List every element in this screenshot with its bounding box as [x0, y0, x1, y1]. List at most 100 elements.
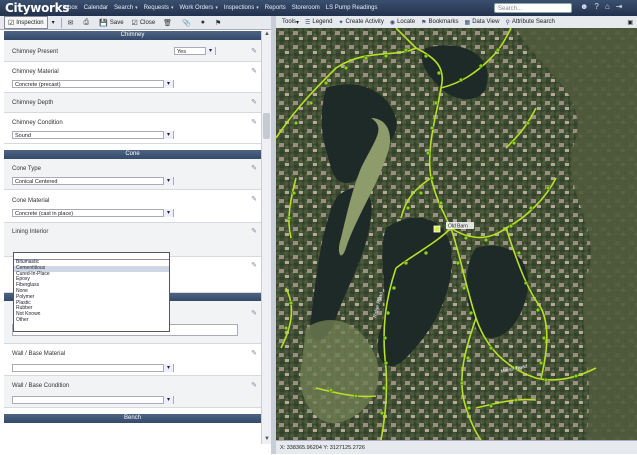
attribute-search-button[interactable]: ⚲ Attribute Search [505, 19, 554, 26]
manhole-node[interactable] [403, 260, 409, 266]
manhole-node[interactable] [328, 387, 334, 393]
pencil-icon[interactable]: ✎ [251, 67, 257, 75]
manhole-node[interactable] [483, 237, 489, 243]
legend-button[interactable]: ☰ Legend [305, 19, 332, 26]
manhole-node[interactable] [383, 360, 389, 366]
inspection-dropdown-button[interactable]: ▾ [48, 16, 59, 29]
chevron-down-icon[interactable]: ▾ [163, 131, 173, 139]
manhole-node[interactable] [455, 260, 461, 266]
pencil-icon[interactable]: ✎ [251, 98, 257, 106]
print-button[interactable]: ⎙ [80, 16, 96, 29]
manhole-node[interactable] [438, 200, 444, 206]
chimney-present-select[interactable]: Yes ▾ [174, 47, 216, 55]
map-extra-tools[interactable]: ▣ [627, 19, 633, 26]
manhole-node[interactable] [541, 335, 547, 341]
manhole-node[interactable] [385, 310, 391, 316]
manhole-node[interactable] [511, 140, 517, 146]
manhole-node[interactable] [538, 360, 544, 366]
pencil-icon[interactable]: ✎ [251, 349, 257, 357]
manhole-node[interactable] [495, 47, 501, 53]
pencil-icon[interactable]: ✎ [251, 261, 257, 269]
manhole-node[interactable] [458, 77, 464, 83]
manhole-node[interactable] [436, 70, 442, 76]
manhole-node[interactable] [523, 280, 529, 286]
manhole-node[interactable] [508, 223, 514, 229]
manhole-node[interactable] [463, 235, 469, 241]
section-header-bench[interactable]: Bench [4, 414, 261, 423]
manhole-node[interactable] [545, 185, 551, 191]
selected-manhole-marker[interactable] [433, 225, 441, 233]
manhole-node[interactable] [461, 285, 467, 291]
chimney-material-select[interactable]: Concrete (precast) ▾ [12, 80, 174, 88]
manhole-node[interactable] [308, 100, 314, 106]
manhole-node[interactable] [293, 120, 299, 126]
manhole-node[interactable] [423, 250, 429, 256]
manhole-node[interactable] [283, 325, 289, 331]
manhole-node[interactable] [391, 285, 397, 291]
manhole-node[interactable] [429, 175, 435, 181]
pencil-icon[interactable]: ✎ [251, 195, 257, 203]
pencil-icon[interactable]: ✎ [251, 309, 257, 317]
home-icon[interactable]: ⌂ [605, 2, 610, 11]
pin-button[interactable]: ● [197, 16, 211, 29]
chimney-condition-select[interactable]: Sound ▾ [12, 131, 174, 139]
pencil-icon[interactable]: ✎ [251, 381, 257, 389]
map-canvas[interactable]: Old Barn Marsh Road Ridge Road [276, 28, 637, 440]
manhole-node[interactable] [363, 55, 369, 61]
logout-icon[interactable]: ⇥ [616, 2, 623, 11]
chevron-down-icon[interactable]: ▾ [205, 47, 215, 55]
nav-item-storeroom[interactable]: Storeroom [292, 5, 326, 11]
manhole-node[interactable] [459, 380, 465, 386]
nav-item-search[interactable]: Search ▾ [114, 5, 144, 11]
chevron-down-icon[interactable]: ▾ [163, 396, 173, 404]
lining-interior-listbox[interactable]: Bitumastic Cementitious Cured-In-Place Epox… [13, 252, 170, 332]
scrollbar-thumb[interactable] [263, 113, 270, 139]
map-view[interactable]: Old Barn Marsh Road Ridge Road [276, 28, 637, 440]
nav-item-work-orders[interactable]: Work Orders ▾ [179, 5, 223, 11]
manhole-node[interactable] [423, 53, 429, 59]
flag-button[interactable]: ⚑ [211, 16, 227, 29]
manhole-node[interactable] [535, 307, 541, 313]
email-button[interactable]: ✉ [64, 16, 80, 29]
nav-item-reports[interactable]: Reports [265, 5, 292, 11]
manhole-node[interactable] [425, 150, 431, 156]
manhole-node[interactable] [383, 53, 389, 59]
search-input[interactable]: Search... [494, 3, 572, 13]
pencil-icon[interactable]: ✎ [251, 47, 257, 55]
manhole-node[interactable] [288, 300, 294, 306]
manhole-node[interactable] [573, 373, 579, 379]
save-button[interactable]: 💾 Save [95, 16, 127, 29]
delete-button[interactable]: 🗑 [159, 16, 178, 29]
manhole-node[interactable] [525, 120, 531, 126]
manhole-node[interactable] [465, 355, 471, 361]
cone-material-select[interactable]: Concrete (cast in place) ▾ [12, 209, 174, 217]
manhole-node[interactable] [468, 310, 474, 316]
attach-button[interactable]: 📎 [178, 16, 197, 29]
manhole-node[interactable] [353, 393, 359, 399]
wall-base-material-select[interactable]: ▾ [12, 364, 174, 372]
nav-item-inbox[interactable]: Inbox [63, 5, 84, 11]
cone-type-select[interactable]: Conical Centered ▾ [12, 177, 174, 185]
manhole-node[interactable] [429, 125, 435, 131]
manhole-node[interactable] [286, 215, 292, 221]
manhole-node[interactable] [418, 190, 424, 196]
manhole-node[interactable] [405, 205, 411, 211]
nav-item-requests[interactable]: Requests ▾ [144, 5, 180, 11]
pencil-icon[interactable]: ✎ [251, 164, 257, 172]
section-header-cone[interactable]: Cone [4, 150, 261, 159]
tools-menu[interactable]: Tools ▾ [282, 19, 299, 26]
manhole-node[interactable] [478, 63, 484, 69]
chevron-down-icon[interactable]: ▾ [163, 177, 173, 185]
chevron-down-icon[interactable]: ▾ [163, 209, 173, 217]
data-view-button[interactable]: ▦ Data View [465, 19, 500, 26]
wall-base-condition-select[interactable]: ▾ [12, 396, 174, 404]
manhole-node[interactable] [488, 403, 494, 409]
inspection-menu-button[interactable]: ☑ Inspection [4, 16, 48, 29]
pencil-icon[interactable]: ✎ [251, 227, 257, 235]
close-button[interactable]: ☑ Close [128, 16, 160, 29]
manhole-node[interactable] [382, 335, 388, 341]
locate-button[interactable]: ◉ Locate [390, 19, 415, 26]
manhole-node[interactable] [516, 250, 522, 256]
manhole-node[interactable] [379, 410, 385, 416]
chevron-down-icon[interactable]: ▾ [163, 80, 173, 88]
